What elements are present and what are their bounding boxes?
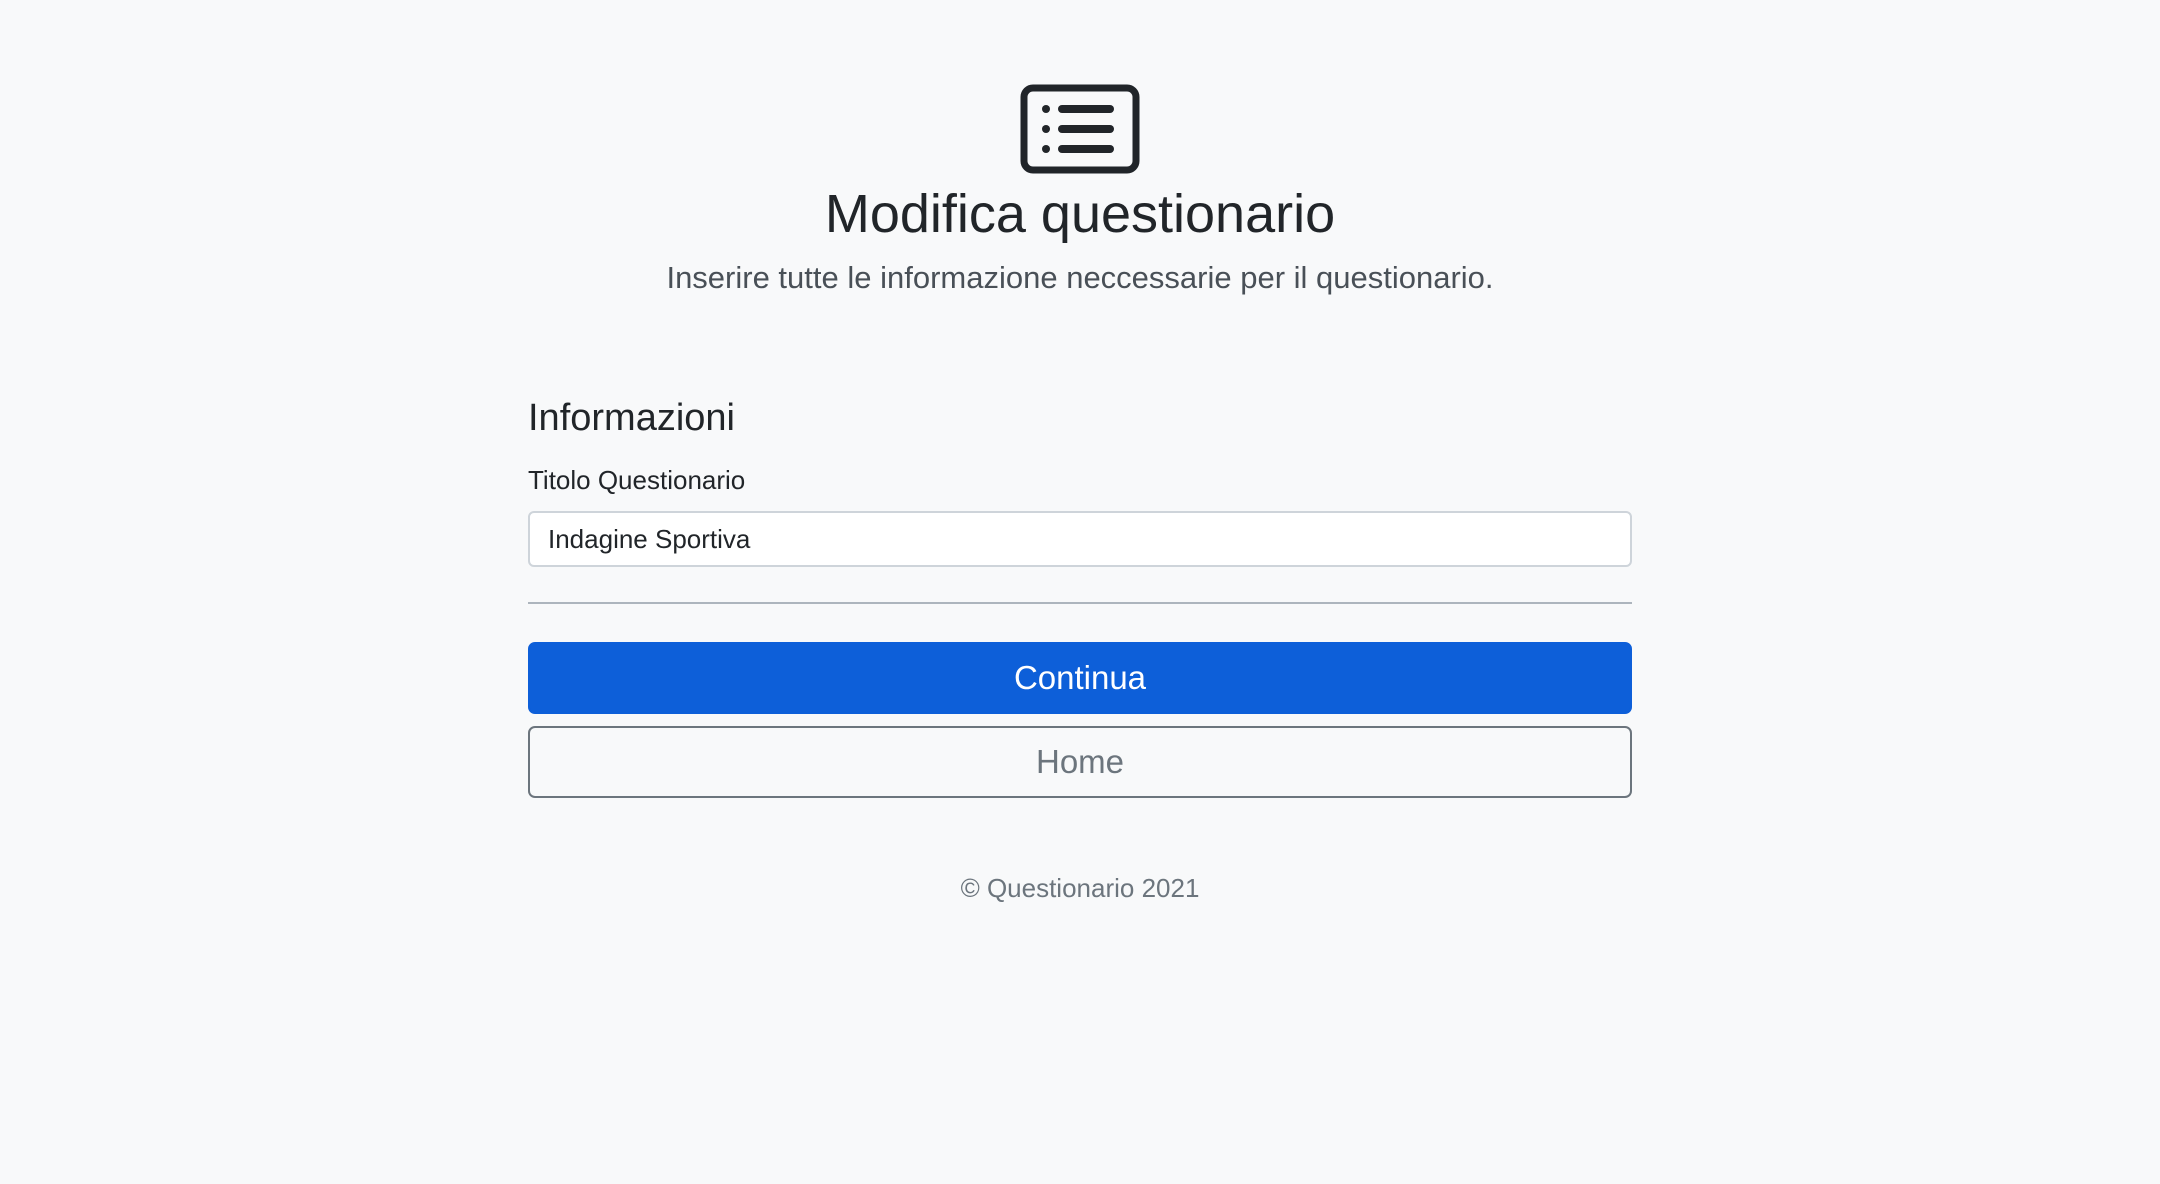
footer-copyright: © Questionario 2021 <box>960 873 1200 903</box>
title-input[interactable] <box>528 511 1632 567</box>
section-title: Informazioni <box>528 397 735 439</box>
page-subtitle: Inserire tutte le informazione neccessar… <box>666 260 1494 295</box>
home-button[interactable]: Home <box>528 726 1632 798</box>
title-field-label: Titolo Questionario <box>528 465 746 495</box>
continue-button[interactable]: Continua <box>528 642 1632 714</box>
divider <box>528 602 1632 604</box>
list-card-icon <box>1020 84 1140 174</box>
page-title: Modifica questionario <box>824 184 1336 244</box>
page: Modifica questionario Inserire tutte le … <box>0 0 2160 1184</box>
